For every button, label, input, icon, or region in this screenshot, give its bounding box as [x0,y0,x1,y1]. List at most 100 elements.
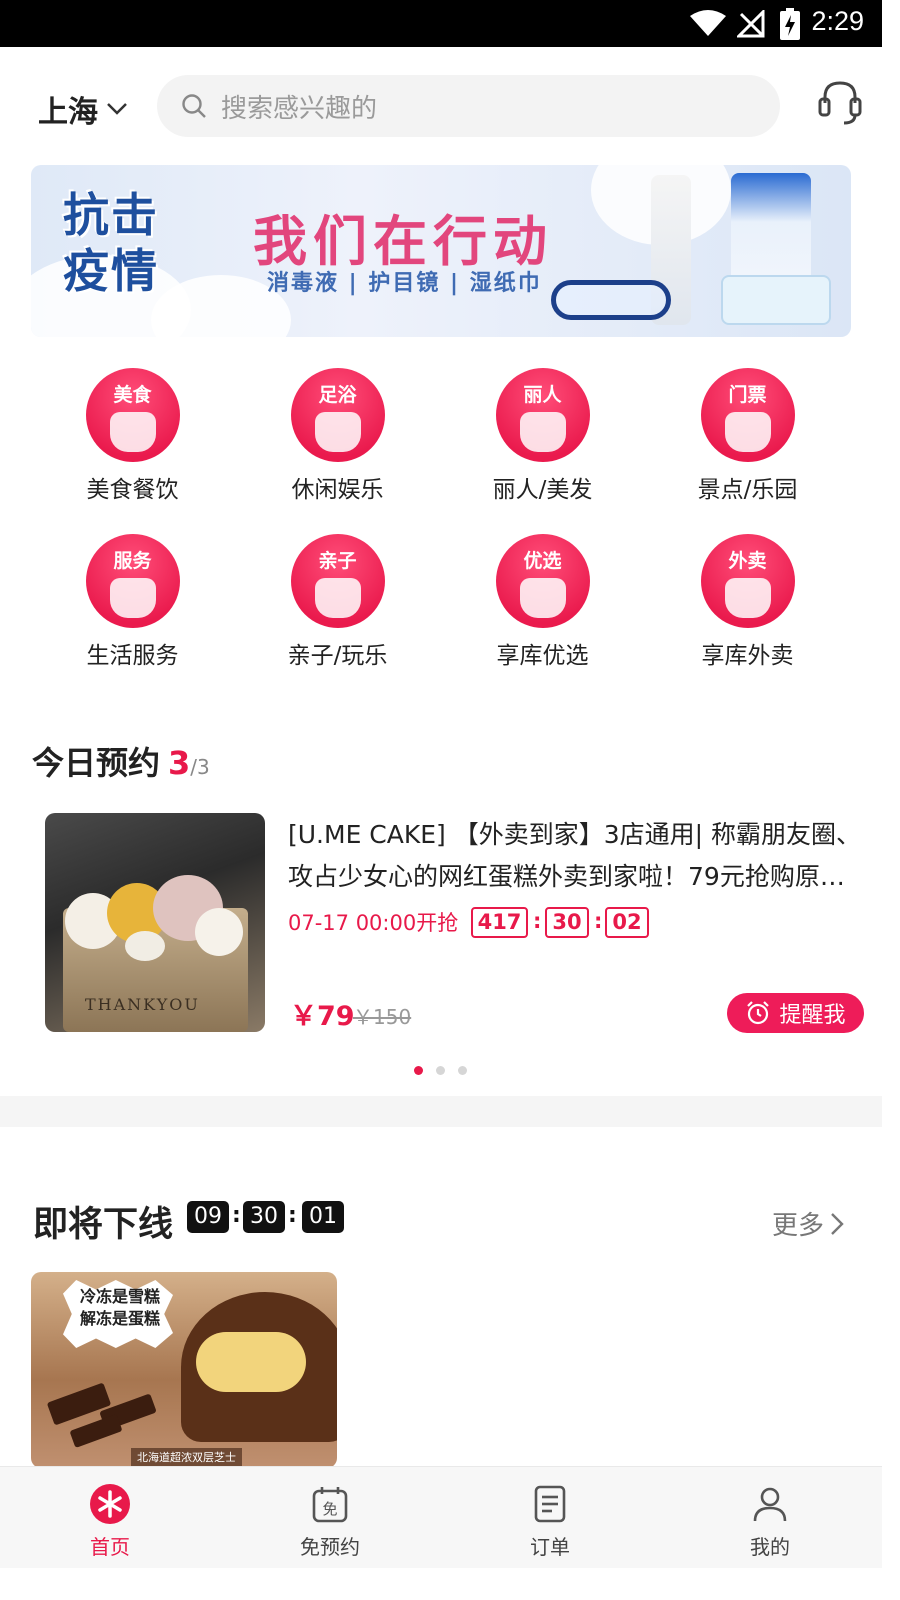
nav-label: 我的 [750,1535,790,1559]
cake-in [196,1332,306,1392]
category-family[interactable]: 亲子 亲子/玩乐 [235,528,440,670]
category-tag: 优选 [523,550,562,572]
battery-charging-icon [780,8,800,40]
nav-label: 订单 [530,1535,570,1559]
category-delivery[interactable]: 外卖 享库外卖 [645,528,850,670]
wipes-pack-image [721,275,831,325]
more-link[interactable]: 更多 [772,1205,844,1242]
category-label: 亲子/玩乐 [287,643,388,669]
nav-label: 免预约 [300,1535,360,1559]
flower [125,931,165,961]
customer-service-icon[interactable] [818,77,862,129]
alarm-clock-icon [747,1001,770,1025]
city-label: 上海 [38,95,98,130]
foot-spa-icon: 足浴 [290,368,385,462]
category-tag: 美食 [113,384,152,406]
pager-dot-1[interactable] [414,1066,423,1075]
offline-countdown-seconds: 01 [302,1201,344,1233]
choc [69,1413,123,1449]
nav-home[interactable]: 首页 [0,1467,220,1569]
search-input[interactable]: 搜索感兴趣的 [157,75,780,137]
category-services[interactable]: 服务 生活服务 [30,528,235,670]
section-title-text: 今日预约 [32,744,161,782]
burst-line-1: 冷冻是雪糕 [79,1287,160,1306]
going-offline-title: 即将下线 [33,1205,174,1245]
category-label: 美食餐饮 [86,477,179,503]
banner-left-text: 抗击 疫情 [63,187,159,299]
header: 上海 搜索感兴趣的 [0,47,882,165]
goggles-image [551,280,671,320]
category-leisure[interactable]: 足浴 休闲娱乐 [235,362,440,504]
banner-subtitle: 消毒液 | 护目镜 | 湿纸巾 [267,271,542,296]
glyph [109,578,156,618]
banner-left-line1: 抗击 [63,188,159,242]
shopping-bag-icon: 优选 [495,534,590,628]
bottom-navigation: 首页 免 免预约 订单 我的 [0,1466,882,1568]
ticket-icon: 门票 [700,368,795,462]
svg-text:免: 免 [322,1500,337,1518]
more-label: 更多 [772,1211,825,1241]
category-tag: 足浴 [318,384,357,406]
chevron-down-icon [107,103,127,115]
burst-line-2: 解冻是蛋糕 [79,1309,160,1328]
category-label: 丽人/美发 [492,477,593,503]
status-bar: 2:29 [0,0,882,47]
nav-profile[interactable]: 我的 [660,1467,880,1569]
user-profile-icon [753,1487,787,1522]
status-time: 2:29 [811,6,864,36]
pager-dot-2[interactable] [436,1066,445,1075]
category-label: 享库外卖 [701,643,794,669]
promo-burst-text: 冷冻是雪糕 解冻是蛋糕 [75,1286,165,1330]
today-booking-title: 今日预约 3/3 [32,738,210,784]
glyph [724,578,771,618]
glyph [519,412,566,452]
glyph [109,412,156,452]
city-selector[interactable]: 上海 [38,87,128,131]
remind-me-button[interactable]: 提醒我 [727,993,864,1033]
pager-dot-3[interactable] [458,1066,467,1075]
glyph [314,412,361,452]
beauty-icon: 丽人 [495,368,590,462]
tin-text: THANKYOU [85,995,200,1014]
search-icon [182,94,206,118]
nav-no-booking[interactable]: 免 免预约 [220,1467,440,1569]
nav-label: 首页 [90,1535,130,1559]
no-signal-icon [737,10,765,38]
category-tag: 丽人 [523,384,562,406]
banner-left-line2: 疫情 [63,244,159,298]
category-tag: 门票 [728,384,767,406]
category-label: 休闲娱乐 [291,477,384,503]
remind-label: 提醒我 [779,1003,846,1028]
countdown-separator: : [533,909,542,933]
order-list-icon [534,1485,566,1523]
category-food[interactable]: 美食 美食餐饮 [30,362,235,504]
food-icon: 美食 [85,368,180,462]
category-tag: 亲子 [318,550,357,572]
countdown-minutes: 30 [545,907,589,938]
product-description[interactable]: [U.ME CAKE] 【外卖到家】3店通用| 称霸朋友圈、攻占少女心的网红蛋糕… [288,814,864,898]
promo-banner[interactable]: 抗击 疫情 我们在行动 消毒液 | 护目镜 | 湿纸巾 [31,165,851,337]
offline-product-image[interactable]: 冷冻是雪糕 解冻是蛋糕 北海道超浓双层芝士 [31,1272,337,1468]
countdown-separator: : [232,1203,241,1228]
countdown-seconds: 02 [605,907,649,938]
category-tickets[interactable]: 门票 景点/乐园 [645,362,850,504]
service-shop-icon: 服务 [85,534,180,628]
countdown-separator: : [594,909,603,933]
product-image[interactable]: THANKYOU [45,813,265,1032]
offline-countdown-minutes: 30 [243,1201,285,1233]
category-selection[interactable]: 优选 享库优选 [440,528,645,670]
category-beauty[interactable]: 丽人 丽人/美发 [440,362,645,504]
calendar-free-icon: 免 [312,1487,348,1523]
home-logo-icon [90,1484,130,1524]
product-price: ￥79 [290,1001,355,1032]
scooter-icon: 外卖 [700,534,795,628]
countdown-hours: 417 [471,907,528,938]
countdown-separator: : [288,1203,297,1228]
search-placeholder: 搜索感兴趣的 [221,93,378,124]
rocking-horse-icon: 亲子 [290,534,385,628]
chevron-right-icon [831,1212,844,1235]
product-caption: 北海道超浓双层芝士 [131,1448,242,1466]
nav-orders[interactable]: 订单 [440,1467,660,1569]
booking-current-count: 3 [168,744,191,782]
wifi-icon [690,10,726,36]
